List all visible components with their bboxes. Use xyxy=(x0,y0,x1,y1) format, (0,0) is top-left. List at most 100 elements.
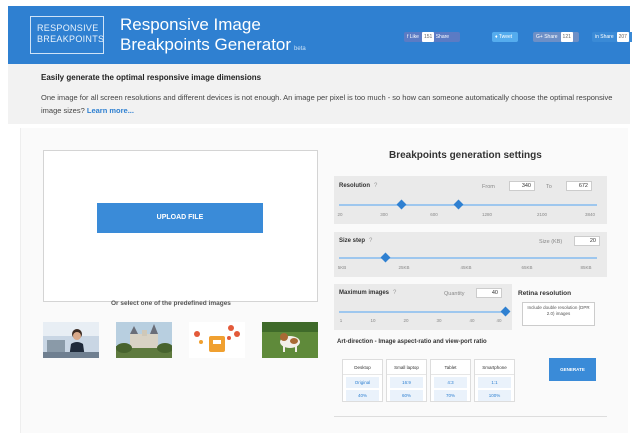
retina-label: Retina resolution xyxy=(518,290,572,297)
quantity-input[interactable]: 40 xyxy=(476,288,502,298)
size-step-tick: 5KB xyxy=(337,265,347,270)
resolution-tick: 3840 xyxy=(584,212,596,217)
intro-heading: Easily generate the optimal responsive i… xyxy=(41,73,262,82)
google-count: 121 xyxy=(560,32,573,42)
max-images-handle[interactable] xyxy=(500,306,511,317)
help-icon[interactable]: ? xyxy=(393,290,396,296)
ratio-name: Smartphone xyxy=(475,360,514,375)
ratio-aspect[interactable]: 1:1 xyxy=(478,377,511,388)
size-step-slider-track[interactable] xyxy=(339,257,597,259)
size-step-tick: 85KB xyxy=(580,265,592,270)
main-panel: UPLOAD FILE Or select one of the predefi… xyxy=(20,128,628,433)
help-icon[interactable]: ? xyxy=(369,238,372,244)
resolution-panel: Resolution? From 340 To 672 20 300 600 1… xyxy=(334,176,607,224)
linkedin-label: Share xyxy=(600,34,614,40)
max-images-tick: 40 xyxy=(496,318,502,323)
max-images-slider-track[interactable] xyxy=(339,311,504,313)
ratio-viewport[interactable]: 70% xyxy=(434,390,467,401)
from-input[interactable]: 340 xyxy=(509,181,535,191)
intro-text: One image for all screen resolutions and… xyxy=(41,91,616,117)
generate-button[interactable]: GENERATE xyxy=(549,358,596,381)
learn-more-link[interactable]: Learn more... xyxy=(87,106,134,115)
max-images-tick: 1 xyxy=(339,318,343,323)
ratio-aspect[interactable]: 4:3 xyxy=(434,377,467,388)
logo[interactable]: RESPONSIVE BREAKPOINTS xyxy=(30,16,104,54)
linkedin-count: 207 xyxy=(616,32,629,42)
google-icon: G+ xyxy=(536,34,545,40)
size-step-input[interactable]: 20 xyxy=(574,236,600,246)
google-label: Share xyxy=(544,34,558,40)
divider xyxy=(334,416,607,417)
to-input[interactable]: 672 xyxy=(566,181,592,191)
ratio-name: Small laptop xyxy=(387,360,426,375)
predefined-image-woman[interactable] xyxy=(43,322,99,358)
ratio-name: Desktop xyxy=(343,360,382,375)
title-line2-text: Breakpoints Generator xyxy=(120,35,292,54)
upload-dropzone[interactable]: UPLOAD FILE xyxy=(43,150,318,302)
max-images-tick: 20 xyxy=(403,318,409,323)
max-images-tick: 40 xyxy=(469,318,475,323)
version-badge: beta xyxy=(294,46,306,52)
page-title: Responsive Image Breakpoints Generator be… xyxy=(120,15,306,59)
quantity-label: Quantity xyxy=(444,291,465,297)
predefined-images-label: Or select one of the predefined images xyxy=(111,300,231,307)
resolution-label-text: Resolution xyxy=(339,183,370,189)
facebook-count: 151 xyxy=(421,32,435,42)
size-step-tick: 65KB xyxy=(521,265,533,270)
twitter-tweet-button[interactable]: ♦ Tweet xyxy=(492,32,518,42)
ratio-viewport[interactable]: 60% xyxy=(390,390,423,401)
predefined-image-castle[interactable] xyxy=(116,322,172,358)
linkedin-share-button[interactable]: in Share 207 xyxy=(592,32,632,42)
predefined-image-robot[interactable] xyxy=(189,322,245,358)
help-icon[interactable]: ? xyxy=(374,183,377,189)
size-step-tick: 25KB xyxy=(398,265,410,270)
resolution-tick: 1280 xyxy=(481,212,493,217)
size-step-label-text: Size step xyxy=(339,238,366,244)
resolution-tick: 2100 xyxy=(536,212,548,217)
ratio-viewport[interactable]: 40% xyxy=(346,390,379,401)
resolution-tick: 300 xyxy=(380,212,388,217)
max-images-label-text: Maximum images xyxy=(339,290,390,296)
retina-checkbox[interactable]: Include double resolution (DPR 2.0) imag… xyxy=(522,302,595,326)
ratio-name: Tablet xyxy=(431,360,470,375)
ratio-option-desktop[interactable]: Desktop Original 40% xyxy=(342,359,383,402)
ratio-option-smartphone[interactable]: Smartphone 1:1 100% xyxy=(474,359,515,402)
max-images-panel: Maximum images? Quantity 40 1 10 20 30 4… xyxy=(334,284,512,330)
resolution-label: Resolution? xyxy=(339,183,377,189)
logo-line2: BREAKPOINTS xyxy=(37,34,105,44)
from-label: From xyxy=(482,184,495,190)
upload-file-button[interactable]: UPLOAD FILE xyxy=(97,203,263,233)
size-step-handle[interactable] xyxy=(380,252,391,263)
title-line1: Responsive Image xyxy=(120,15,261,34)
ratio-aspect[interactable]: Original xyxy=(346,377,379,388)
size-step-label: Size step? xyxy=(339,238,372,244)
facebook-like-button[interactable]: f Like 151 Share xyxy=(404,32,460,42)
size-step-tick: 45KB xyxy=(460,265,472,270)
facebook-share-label: Share xyxy=(435,34,450,40)
predefined-image-dog[interactable] xyxy=(262,322,318,358)
size-kb-label: Size (KB) xyxy=(539,239,563,245)
logo-line1: RESPONSIVE xyxy=(37,23,99,33)
app-header: RESPONSIVE BREAKPOINTS Responsive Image … xyxy=(8,6,632,64)
to-label: To xyxy=(546,184,552,190)
resolution-tick: 20 xyxy=(337,212,343,217)
google-share-button[interactable]: G+ Share 121 xyxy=(533,32,579,42)
resolution-slider-track[interactable] xyxy=(339,204,597,206)
facebook-like-label: Like xyxy=(409,34,419,40)
title-line2: Breakpoints Generator beta xyxy=(120,35,306,59)
ratio-option-tablet[interactable]: Tablet 4:3 70% xyxy=(430,359,471,402)
twitter-label: Tweet xyxy=(498,34,513,40)
resolution-max-handle[interactable] xyxy=(453,199,464,210)
ratio-option-small-laptop[interactable]: Small laptop 16:9 60% xyxy=(386,359,427,402)
max-images-tick: 10 xyxy=(370,318,376,323)
size-step-panel: Size step? Size (KB) 20 5KB 25KB 45KB 65… xyxy=(334,232,607,277)
max-images-tick: 30 xyxy=(436,318,442,323)
ratio-aspect[interactable]: 16:9 xyxy=(390,377,423,388)
settings-title: Breakpoints generation settings xyxy=(389,150,542,161)
max-images-label: Maximum images? xyxy=(339,290,396,296)
art-direction-label: Art-direction - Image aspect-ratio and v… xyxy=(337,339,487,345)
resolution-tick: 600 xyxy=(430,212,438,217)
ratio-viewport[interactable]: 100% xyxy=(478,390,511,401)
intro-section: Easily generate the optimal responsive i… xyxy=(8,64,630,124)
resolution-min-handle[interactable] xyxy=(396,199,407,210)
